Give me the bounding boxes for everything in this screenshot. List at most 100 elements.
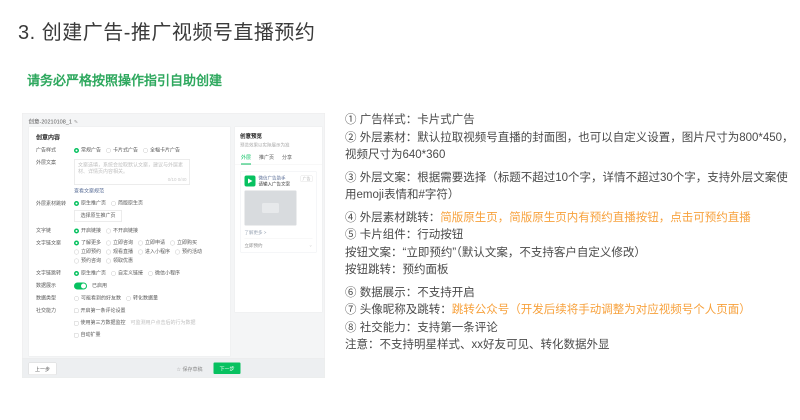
radio-icon [106, 147, 111, 153]
ad-preview-card: 微信广告助手 请输入广告文案 广告 了解更多 > 立即预约 ⌄ [240, 171, 317, 253]
option-label: 简版原生页 [118, 200, 143, 207]
page-subtitle: 请务必严格按照操作指引自助创建 [27, 73, 223, 88]
radio-option[interactable]: 立即购买 [170, 240, 197, 247]
radio-option[interactable]: 原生推广页 [74, 200, 106, 207]
radio-icon [74, 228, 79, 234]
next-step-button[interactable]: 下一步 [213, 362, 241, 374]
instruction-line: ⑥ 数据展示：不支持开启 [345, 285, 795, 303]
radio-icon [106, 240, 111, 246]
chevron-down-icon: ⌄ [308, 242, 313, 248]
form-row-label: 社交能力 [36, 308, 56, 314]
radio-option[interactable]: 开启链接 [74, 227, 101, 234]
radio-icon [74, 147, 79, 153]
radio-option[interactable]: 自定义链接 [111, 270, 143, 277]
form-row: 文字链 开启链接 不开启链接 [29, 227, 230, 235]
radio-icon [74, 295, 79, 301]
instruction-highlight: 跳转公众号（开发后续将手动调整为对应视频号个人页面） [451, 304, 751, 316]
radio-icon [74, 201, 79, 206]
ad-creation-screenshot: 创意-20210108_1 ✎ 创意内容 广告样式 常规广告 卡片式广告 全幅卡片广告外… [22, 113, 325, 378]
form-row-control: 原生推广页 简版原生页选择原生推广页 [74, 200, 224, 222]
choose-landing-page-button[interactable]: 选择原生推广页 [74, 210, 122, 222]
toggle-label: 已启用 [92, 282, 107, 289]
radio-option[interactable]: 简版原生页 [111, 200, 143, 207]
brand-avatar-icon [244, 175, 256, 187]
form-row-control: 开启链接 不开启链接 [74, 227, 224, 235]
radio-icon [170, 240, 175, 246]
radio-icon [138, 249, 143, 255]
preview-tab-2[interactable]: 分享 [282, 153, 292, 165]
radio-option[interactable]: 立即咨询 [106, 240, 133, 247]
creative-content-title: 创意内容 [36, 134, 61, 141]
preview-tab-0[interactable]: 外层 [241, 153, 251, 165]
form-row: 数据类型 可能看到的好友数 转化数据量 [29, 295, 230, 303]
form-row-control: 可能看到的好友数 转化数据量 [74, 295, 224, 303]
copy-guideline-link[interactable]: 查看文案规范 [74, 188, 224, 195]
option-label: 立即咨询 [113, 240, 133, 246]
instruction-text: ① 广告样式：卡片式广告 [345, 114, 475, 126]
outer-copy-textarea[interactable]: 文案选填，系统会拉取默认文案，建议与外层素材、详情页内容相关。 0/10 0/40 [74, 159, 190, 185]
radio-option[interactable]: 微信小程序 [148, 270, 180, 277]
form-row-label: 文字链文案 [36, 240, 61, 247]
form-row-label: 文字链 [36, 228, 51, 234]
radio-option[interactable]: 预约咨询 [74, 258, 101, 265]
form-row: 社交能力 开启第一条评论设置 [29, 307, 230, 315]
form-row-control: 使用第三方数据监控 可监测用户点击后的行为数据 [74, 320, 224, 327]
radio-option[interactable]: 了解更多 [74, 240, 101, 247]
toggle-switch[interactable] [74, 282, 87, 290]
save-draft-button[interactable]: ☆ 保存草稿 [177, 365, 203, 373]
instruction-line: ⑤ 卡片组件：行动按钮 [345, 227, 795, 245]
instruction-text: ③ 外层文案：根据需要选择（标题不超过10个字，详情不超过30个字，支持外层文案… [345, 171, 788, 202]
option-label: 立即预约 [81, 249, 101, 255]
radio-icon [74, 270, 79, 276]
radio-option[interactable]: 观看直播 [106, 249, 133, 256]
instruction-line: 按钮文案：“立即预约”（默认文案，不支持客户自定义修改） [345, 245, 795, 263]
radio-option[interactable]: 全幅卡片广告 [143, 147, 180, 154]
preview-tab-1[interactable]: 推广页 [259, 153, 274, 165]
instruction-line: 注意：不支持明星样式、xx好友可见、转化数据外显 [345, 337, 795, 355]
breadcrumb: 创意-20210108_1 ✎ [29, 118, 79, 126]
instruction-text: 注意：不支持明星样式、xx好友可见、转化数据外显 [345, 339, 610, 351]
instruction-line: ③ 外层文案：根据需要选择（标题不超过10个字，详情不超过30个字，支持外层文案… [345, 170, 795, 205]
play-placeholder-icon [262, 203, 279, 213]
radio-option[interactable]: 卡片式广告 [106, 147, 138, 154]
radio-icon [148, 270, 153, 276]
creative-form-rows: 广告样式 常规广告 卡片式广告 全幅卡片广告 外层文案 文案选填，系统会拉取默认文案，建议… [29, 143, 230, 339]
checkbox-option[interactable]: 开启第一条评论设置 [74, 307, 126, 314]
preview-subtitle: 预览效果以实际展示为准 [240, 142, 290, 148]
card-action-row[interactable]: 立即预约 ⌄ [245, 242, 313, 249]
form-row: 外层文案 文案选填，系统会拉取默认文案，建议与外层素材、详情页内容相关。 0/10 … [29, 159, 230, 195]
radio-option[interactable]: 原生推广页 [74, 270, 106, 277]
checkbox-icon [74, 308, 79, 313]
radio-option[interactable]: 常规广告 [74, 147, 101, 154]
option-label: 常规广告 [81, 147, 101, 153]
radio-option[interactable]: 转化数据量 [126, 295, 158, 302]
checkbox-option[interactable]: 使用第三方数据监控 可监测用户点击后的行为数据 [74, 320, 196, 327]
option-label: 微信小程序 [155, 270, 180, 276]
radio-option[interactable]: 领取优惠 [106, 258, 133, 265]
radio-option[interactable]: 立即预约 [74, 249, 101, 256]
radio-option[interactable]: 预约活动 [175, 249, 202, 256]
card-link-line[interactable]: 了解更多 > [245, 229, 313, 236]
previous-step-button[interactable]: 上一步 [28, 362, 57, 375]
instruction-line: ⑧ 社交能力：支持第一条评论 [345, 320, 795, 338]
option-label: 原生推广页 [81, 200, 106, 207]
form-row-label: 外层文案 [36, 160, 56, 166]
instruction-line: ④ 外层素材跳转：简版原生页，简版原生页内有预约直播按钮，点击可预约直播 [345, 210, 795, 228]
preview-title: 创意预览 [240, 133, 262, 140]
form-row: 使用第三方数据监控 可监测用户点击后的行为数据 [29, 320, 230, 327]
instruction-highlight: 简版原生页，简版原生页内有预约直播按钮，点击可预约直播 [440, 211, 751, 224]
radio-option[interactable]: 不开启链接 [106, 227, 138, 234]
instruction-text: ② 外层素材：默认拉取视频号直播的封面图，也可以自定义设置，图片尺寸为800*4… [345, 131, 794, 162]
edit-icon[interactable]: ✎ [74, 120, 78, 126]
textarea-placeholder: 文案选填，系统会拉取默认文案，建议与外层素材、详情页内容相关。 [78, 162, 183, 175]
creative-preview-panel: 创意预览 预览效果以实际展示为准 外层 推广页 分享 微信广告助手 请输入广告文案 … [234, 126, 323, 313]
checkbox-option[interactable]: 自动扩量 [74, 332, 101, 339]
form-row-label: 数据类型 [36, 295, 56, 302]
radio-option[interactable]: 进入小程序 [138, 249, 170, 256]
form-row: 外层素材跳转 原生推广页 简版原生页 选择原生推广页 [29, 200, 230, 222]
checkbox-icon [74, 320, 79, 326]
ad-tag-badge: 广告 [300, 175, 313, 182]
radio-option[interactable]: 可能看到的好友数 [74, 295, 121, 302]
radio-icon [74, 249, 79, 255]
radio-option[interactable]: 立即申请 [138, 240, 165, 247]
